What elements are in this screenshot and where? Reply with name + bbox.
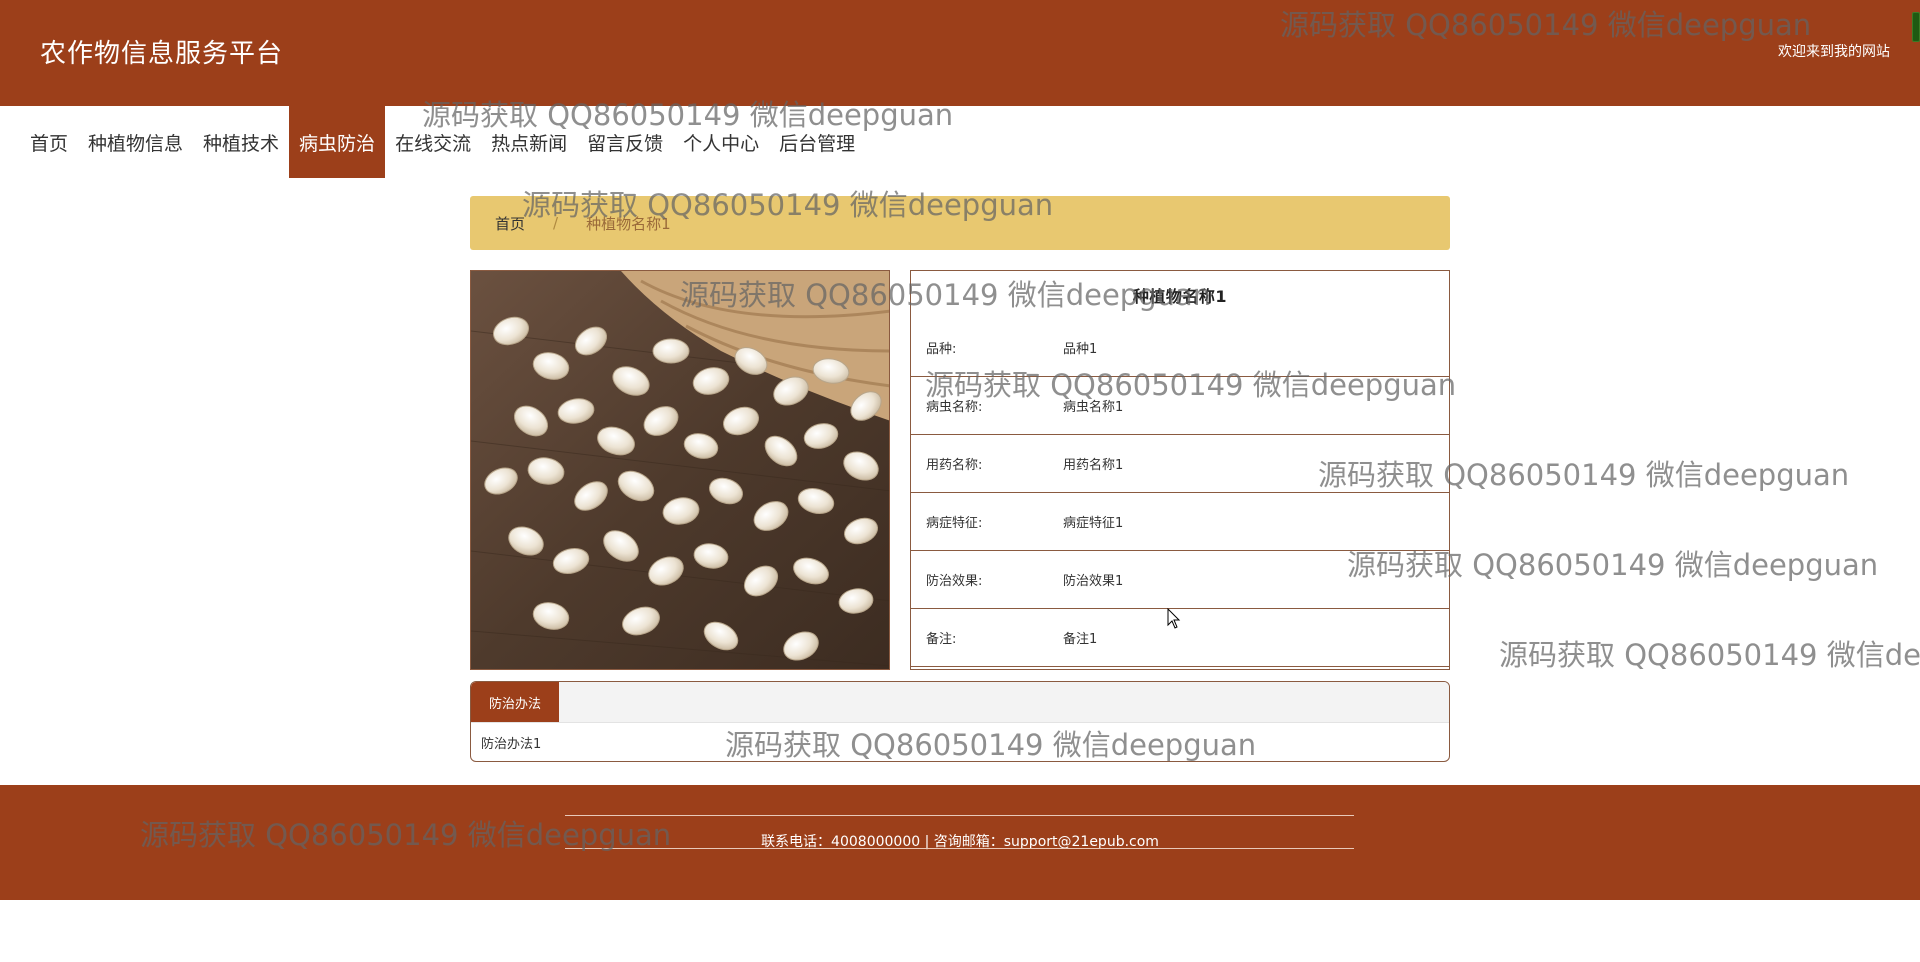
breadcrumb-separator: / [553,214,559,232]
footer-divider-bottom [565,848,1354,849]
detail-label: 品种: [926,342,957,357]
site-header: 农作物信息服务平台 欢迎来到我的网站 [0,0,1920,106]
breadcrumb-home-link[interactable]: 首页 [495,213,525,234]
nav-item-online-chat[interactable]: 在线交流 [385,106,481,178]
detail-value: 用药名称1 [1063,458,1124,473]
nav-item-hot-news[interactable]: 热点新闻 [481,106,577,178]
details-title: 种植物名称1 [1132,287,1228,306]
detail-row-pest-name: 病虫名称: 病虫名称1 [911,377,1449,435]
detail-value: 品种1 [1063,342,1098,357]
product-image [470,270,890,670]
nav-item-home[interactable]: 首页 [20,106,78,178]
scroll-indicator [1912,12,1920,42]
detail-label: 备注: [926,632,957,647]
detail-row-variety: 品种: 品种1 [911,319,1449,377]
tab-content: 防治办法1 [481,737,542,752]
detail-label: 用药名称: [926,458,983,473]
nav-item-plant-info[interactable]: 种植物信息 [78,106,193,178]
detail-label: 病虫名称: [926,400,983,415]
site-footer: 联系电话：4008000000 | 咨询邮箱：support@21epub.co… [0,785,1920,900]
detail-value: 病症特征1 [1063,516,1124,531]
welcome-text: 欢迎来到我的网站 [1778,44,1890,60]
site-title: 农作物信息服务平台 [40,39,284,69]
detail-row-symptoms: 病症特征: 病症特征1 [911,493,1449,551]
nav-item-feedback[interactable]: 留言反馈 [577,106,673,178]
detail-value: 防治效果1 [1063,574,1124,589]
tab-control-method[interactable]: 防治办法 [471,682,560,722]
details-table: 种植物名称1 品种: 品种1 病虫名称: 病虫名称1 用药名称: 用药名称1 病… [910,270,1450,670]
detail-label: 病症特征: [926,516,983,531]
nav-item-user-center[interactable]: 个人中心 [673,106,769,178]
detail-row-control-effect: 防治效果: 防治效果1 [911,551,1449,609]
breadcrumb: 首页 / 种植物名称1 [470,196,1450,250]
main-nav: 首页 种植物信息 种植技术 病虫防治 在线交流 热点新闻 留言反馈 个人中心 后… [20,106,865,178]
nav-item-pest-control[interactable]: 病虫防治 [289,106,386,178]
nav-item-admin[interactable]: 后台管理 [769,106,865,178]
detail-row-medicine-name: 用药名称: 用药名称1 [911,435,1449,493]
detail-value: 病虫名称1 [1063,400,1124,415]
watermark-text: 源码获取 QQ86050149 微信deepguan [1499,638,1920,672]
footer-divider-top [565,815,1354,816]
tab-bar: 防治办法 [471,682,1449,723]
detail-value: 备注1 [1063,632,1098,647]
breadcrumb-current: 种植物名称1 [586,214,671,233]
nav-item-planting-tech[interactable]: 种植技术 [193,106,289,178]
detail-row-remarks: 备注: 备注1 [911,609,1449,667]
detail-label: 防治效果: [926,574,983,589]
control-method-panel: 防治办法 防治办法1 [470,681,1450,762]
ginkgo-nuts-photo [471,271,889,669]
